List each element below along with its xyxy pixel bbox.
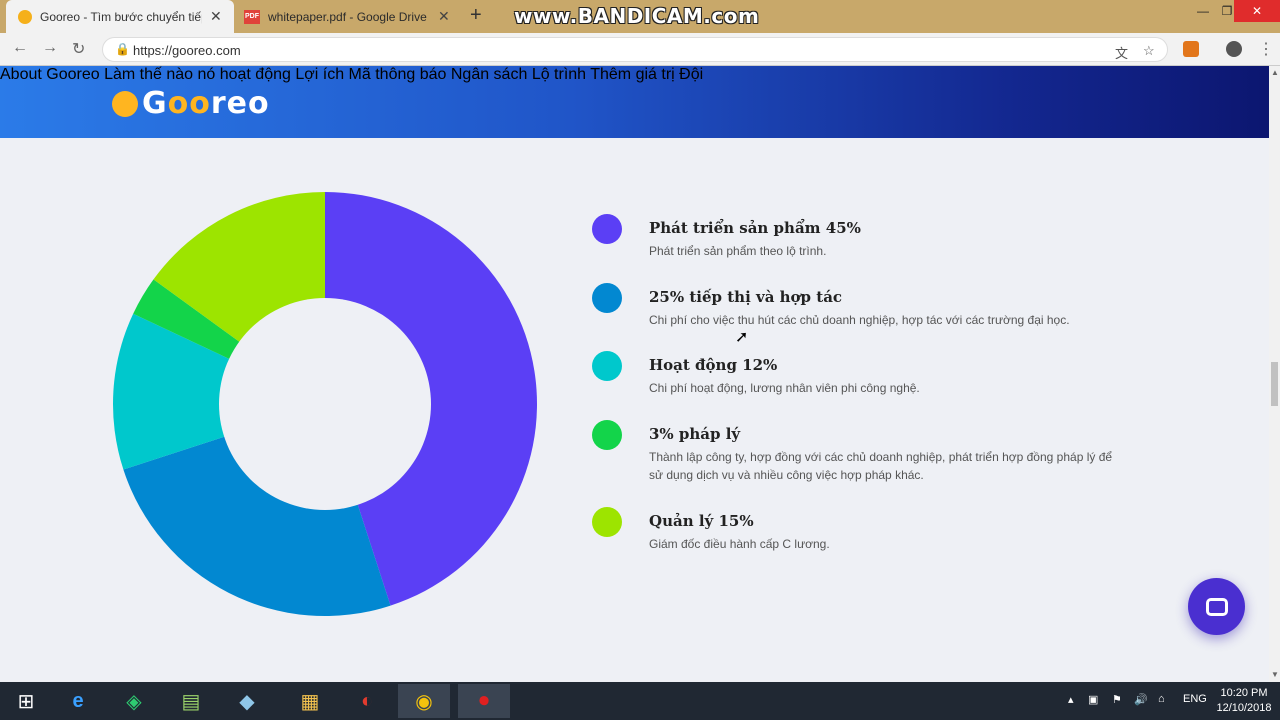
legend-title: Quản lý 15% xyxy=(649,512,754,530)
internet-explorer-icon: e xyxy=(72,689,84,712)
windows-logo-icon: ⊞ xyxy=(17,690,35,713)
legend-swatch xyxy=(592,214,622,244)
tray-overflow-icon[interactable]: ▴ xyxy=(1068,693,1074,706)
record-icon: ⏺ xyxy=(479,689,489,712)
bookmark-star-icon[interactable]: ☆ xyxy=(1143,43,1155,59)
tray-app-icon[interactable]: ▣ xyxy=(1088,693,1098,706)
nav-roadmap[interactable]: Lộ trình xyxy=(532,66,586,83)
taskbar-internet-explorer[interactable]: e xyxy=(52,684,104,718)
start-button[interactable]: ⊞ xyxy=(0,684,52,718)
mouse-cursor-icon: ➚ xyxy=(735,329,749,346)
taskbar-notepad[interactable]: ▤ xyxy=(165,684,217,718)
browser-tab-strip: Gooreo - Tìm bước chuyển tiếp t ✕ PDF wh… xyxy=(0,0,1280,33)
tab-title: whitepaper.pdf - Google Drive xyxy=(268,9,427,24)
menu-dots-icon[interactable]: ⋮ xyxy=(1258,39,1274,59)
language-indicator[interactable]: ENG xyxy=(1183,693,1207,705)
browser-toolbar: ← → ↻ 🔒 https://gooreo.com 文 ☆ ⋮ xyxy=(0,33,1280,66)
taskbar-chrome[interactable]: ◉ xyxy=(398,684,450,718)
chat-bubble-icon xyxy=(1205,597,1228,616)
system-clock[interactable]: 10:20 PM 12/10/2018 xyxy=(1212,686,1276,716)
legend-desc: Chi phí cho việc thu hút các chủ doanh n… xyxy=(649,313,1070,327)
clock-date: 12/10/2018 xyxy=(1216,702,1272,714)
nav-token[interactable]: Mã thông báo xyxy=(349,66,447,83)
legend-swatch xyxy=(592,507,622,537)
legend-title: Phát triển sản phẩm 45% xyxy=(649,219,861,237)
tab-whitepaper[interactable]: PDF whitepaper.pdf - Google Drive ✕ xyxy=(236,0,460,33)
nav-how-it-works[interactable]: Làm thế nào nó hoạt động xyxy=(104,66,291,83)
forward-icon[interactable]: → xyxy=(42,39,58,57)
url-text: https://gooreo.com xyxy=(133,43,241,58)
pdf-reader-icon: ◐ xyxy=(360,689,374,712)
legend-swatch xyxy=(592,351,622,381)
legend-swatch xyxy=(592,420,622,450)
flag-icon[interactable]: ⚑ xyxy=(1112,693,1122,706)
close-window-icon[interactable]: ✕ xyxy=(1234,0,1280,22)
volume-icon[interactable]: 🔊 xyxy=(1134,693,1148,706)
donut-hole xyxy=(219,298,431,510)
translate-icon[interactable]: 文 xyxy=(1115,43,1128,62)
metamask-extension-icon[interactable] xyxy=(1183,41,1199,57)
legend-desc: Thành lập công ty, hợp đồng với các chủ … xyxy=(649,450,1113,482)
gooreo-favicon-icon xyxy=(18,9,32,24)
legend-title: 3% pháp lý xyxy=(649,425,741,443)
legend-title: Hoạt động 12% xyxy=(649,356,778,374)
chrome-icon: ◉ xyxy=(415,690,433,713)
nav-added-value[interactable]: Thêm giá trị xyxy=(590,66,674,83)
budget-donut-chart xyxy=(113,192,537,616)
profile-avatar-icon[interactable] xyxy=(1226,41,1242,57)
folder-icon: ▦ xyxy=(300,690,320,713)
scroll-up-icon[interactable]: ▲ xyxy=(1271,68,1279,77)
close-tab-icon[interactable]: ✕ xyxy=(438,8,450,25)
legend-desc: Chi phí hoạt động, lương nhân viên phi c… xyxy=(649,381,920,395)
windows-taskbar: ⊞ e ◈ ▤ ◆ ▦ ◐ ◉ ⏺ ▴ ▣ ⚑ 🔊 ⌂ ENG 10:20 PM… xyxy=(0,682,1280,720)
taskbar-app-blue[interactable]: ◆ xyxy=(221,684,273,718)
clock-time: 10:20 PM xyxy=(1220,687,1268,699)
taskbar-app-green[interactable]: ◈ xyxy=(108,684,160,718)
pdf-icon: PDF xyxy=(244,9,260,24)
green-diamond-app-icon: ◈ xyxy=(126,690,142,713)
address-bar[interactable]: 🔒 https://gooreo.com 文 ☆ xyxy=(102,37,1168,62)
legend-swatch xyxy=(592,283,622,313)
close-tab-icon[interactable]: ✕ xyxy=(210,8,222,25)
taskbar-foxit-reader[interactable]: ◐ xyxy=(341,684,393,718)
network-icon[interactable]: ⌂ xyxy=(1158,693,1165,705)
legend-title: 25% tiếp thị và hợp tác xyxy=(649,288,843,306)
tab-title: Gooreo - Tìm bước chuyển tiếp t xyxy=(40,9,202,24)
legend-desc: Giám đốc điều hành cấp C lương. xyxy=(649,537,830,551)
taskbar-file-explorer[interactable]: ▦ xyxy=(284,684,336,718)
bandicam-watermark: www.BANDICAM.com xyxy=(514,4,760,28)
site-header: Gooreo About Gooreo Làm thế nào nó hoạt … xyxy=(0,66,1269,138)
gooreo-logo[interactable]: Gooreo xyxy=(112,86,270,121)
chat-button[interactable] xyxy=(1188,578,1245,635)
nav-budget[interactable]: Ngân sách xyxy=(451,66,528,83)
nav-about[interactable]: About Gooreo xyxy=(0,66,100,83)
reload-icon[interactable]: ↻ xyxy=(72,39,85,59)
back-icon[interactable]: ← xyxy=(12,39,28,57)
nav-team[interactable]: Đội xyxy=(679,66,703,83)
notepad-icon: ▤ xyxy=(181,690,201,713)
taskbar-bandicam[interactable]: ⏺ xyxy=(458,684,510,718)
tab-gooreo[interactable]: Gooreo - Tìm bước chuyển tiếp t ✕ xyxy=(6,0,234,33)
logo-icon xyxy=(112,90,138,117)
scrollbar-thumb[interactable] xyxy=(1271,362,1278,406)
legend-desc: Phát triển sản phẩm theo lộ trình. xyxy=(649,244,827,258)
new-tab-button[interactable]: + xyxy=(470,4,482,27)
blue-app-icon: ◆ xyxy=(239,690,255,713)
nav-benefits[interactable]: Lợi ích xyxy=(295,66,344,83)
logo-text: Gooreo xyxy=(142,86,270,121)
scroll-down-icon[interactable]: ▼ xyxy=(1271,670,1279,679)
lock-icon: 🔒 xyxy=(115,42,130,56)
